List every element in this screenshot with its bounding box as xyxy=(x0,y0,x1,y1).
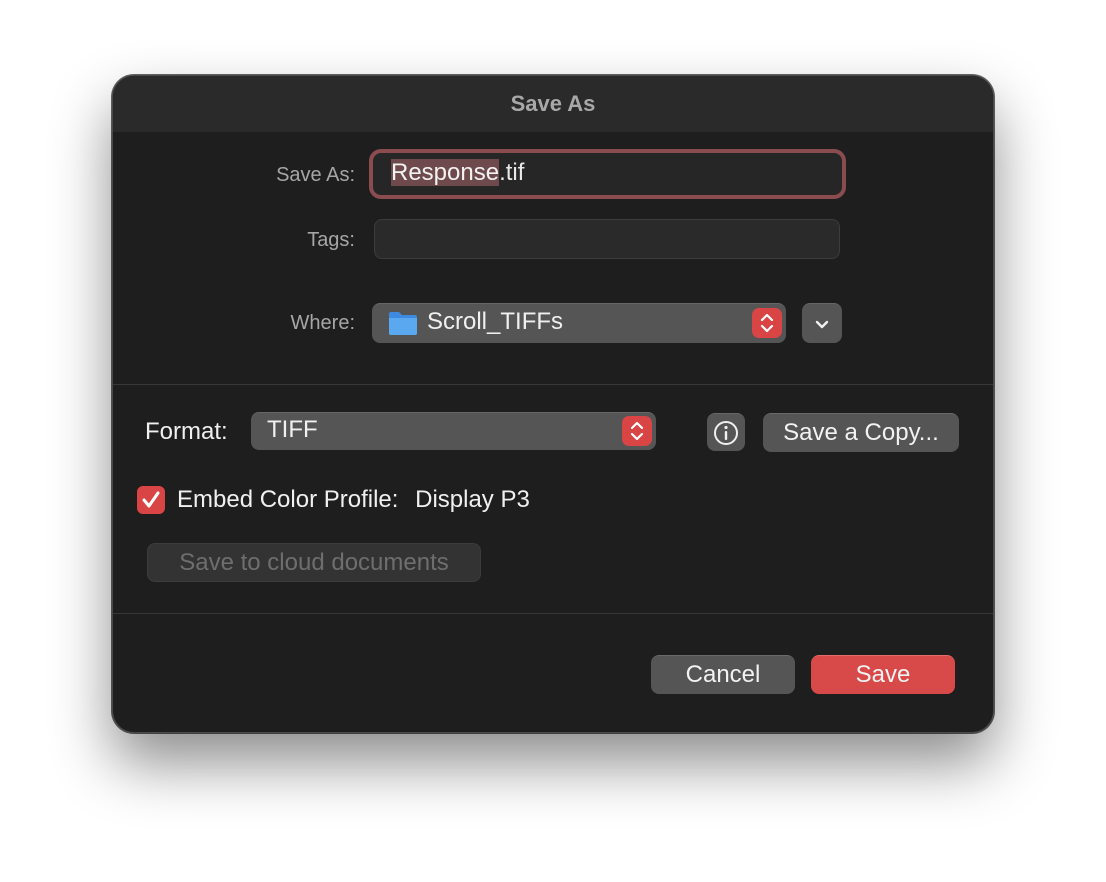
save-button[interactable]: Save xyxy=(811,655,955,694)
filename-field[interactable]: Response.tif xyxy=(369,149,846,199)
chevron-down-icon xyxy=(812,314,832,339)
checkmark-icon xyxy=(141,490,161,515)
where-label: Where: xyxy=(290,312,355,334)
format-label: Format: xyxy=(145,418,228,445)
divider-bottom xyxy=(113,613,993,614)
save-as-label: Save As: xyxy=(276,164,355,186)
filename-selected-text: Response xyxy=(391,159,500,186)
tags-label: Tags: xyxy=(307,229,355,251)
format-popup[interactable]: TIFF xyxy=(251,412,656,450)
folder-icon xyxy=(388,310,418,336)
tags-field[interactable] xyxy=(374,219,840,259)
filename-text: Response.tif xyxy=(391,159,524,187)
dialog-title: Save As xyxy=(510,91,596,116)
info-button[interactable] xyxy=(707,413,745,451)
save-as-dialog: Save As Save As: Response.tif Tags: Wher… xyxy=(112,75,994,733)
title-bar: Save As xyxy=(113,76,993,132)
embed-profile-checkbox[interactable] xyxy=(137,486,165,514)
chevron-up-down-icon xyxy=(752,308,782,338)
expand-button[interactable] xyxy=(802,303,842,343)
where-popup[interactable]: Scroll_TIFFs xyxy=(372,303,786,343)
info-icon xyxy=(713,420,739,451)
where-folder-name: Scroll_TIFFs xyxy=(427,308,564,335)
embed-profile-label: Embed Color Profile: Display P3 xyxy=(177,486,530,514)
filename-extension: .tif xyxy=(499,159,525,186)
save-to-cloud-button: Save to cloud documents xyxy=(147,543,481,582)
embed-profile-text: Embed Color Profile: xyxy=(177,486,399,513)
divider-top xyxy=(113,384,993,385)
format-selected: TIFF xyxy=(267,416,318,443)
chevron-up-down-icon xyxy=(622,416,652,446)
cancel-button[interactable]: Cancel xyxy=(651,655,795,694)
embed-profile-value: Display P3 xyxy=(415,486,530,513)
save-a-copy-button[interactable]: Save a Copy... xyxy=(763,413,959,452)
